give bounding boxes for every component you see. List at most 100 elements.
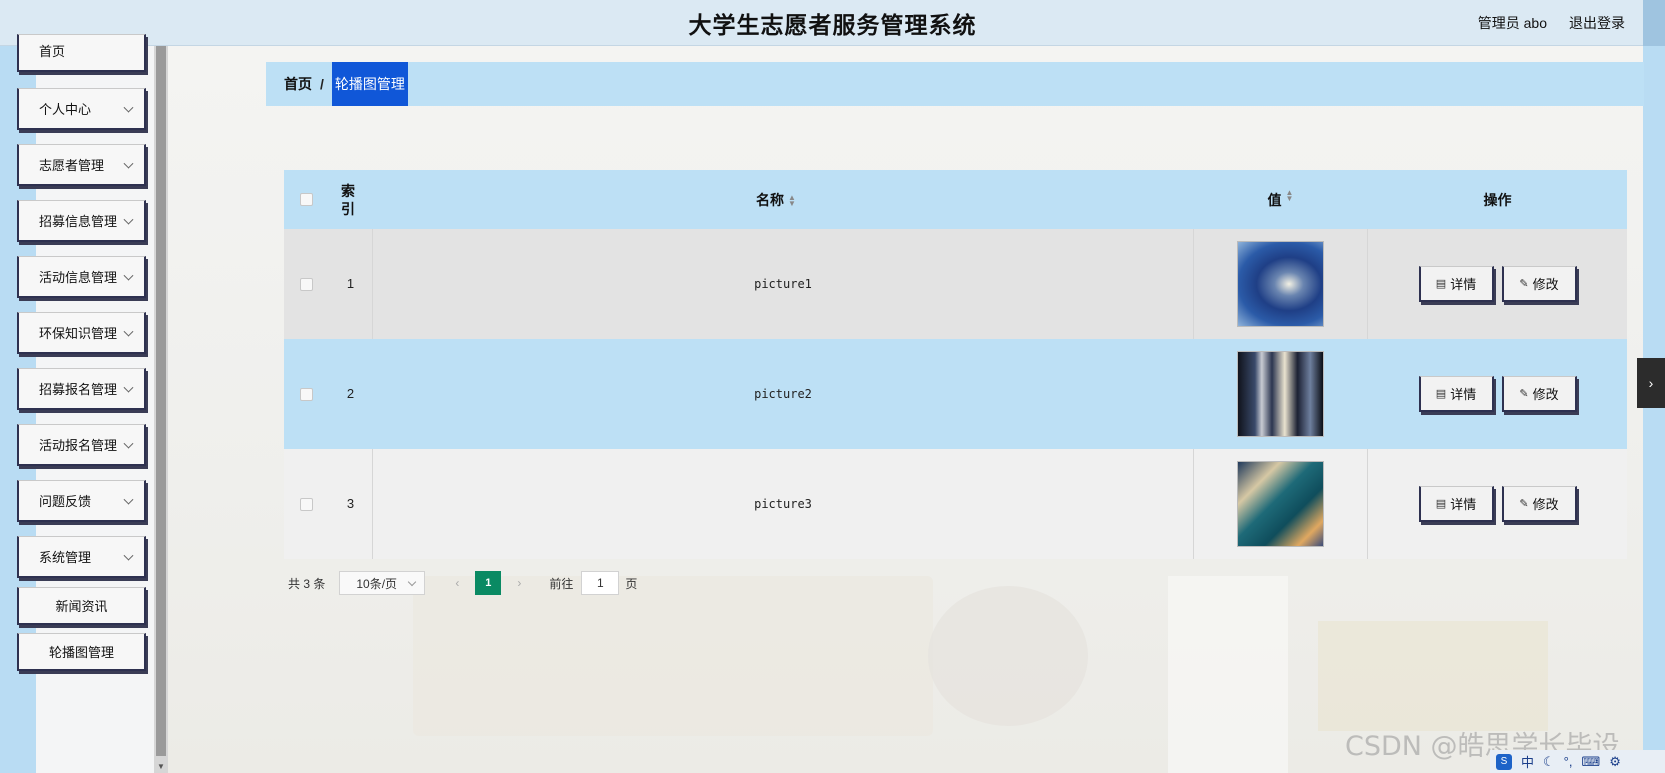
document-icon: ▤ <box>1435 278 1447 290</box>
pagination-total: 共 3 条 <box>288 576 326 591</box>
row-image-cell <box>1193 449 1368 559</box>
keyboard-icon[interactable]: ⌨ <box>1581 754 1600 770</box>
goto-label: 前往 <box>549 576 574 591</box>
sidebar-item-home[interactable]: 首页 <box>17 34 146 72</box>
top-header: 大学生志愿者服务管理系统 管理员 abo 退出登录 <box>0 0 1665 46</box>
sidebar-item-recruitment-signup[interactable]: 招募报名管理 <box>17 368 146 410</box>
sidebar-item-recruitment-info[interactable]: 招募信息管理 <box>17 200 146 242</box>
row-index: 1 <box>329 229 373 339</box>
background-decoration <box>1318 621 1548 731</box>
column-header-label: 值 <box>1267 191 1282 208</box>
detail-button[interactable]: ▤ 详情 <box>1418 266 1494 302</box>
breadcrumb-home[interactable]: 首页 <box>284 74 312 94</box>
column-header-label: 名称 <box>756 191 785 208</box>
row-checkbox[interactable] <box>300 497 313 511</box>
column-header-index: 索引 <box>341 182 355 217</box>
scroll-down-arrow-icon[interactable]: ▼ <box>157 762 165 771</box>
chevron-down-icon <box>123 382 134 393</box>
ime-logo-icon[interactable]: S <box>1496 753 1512 770</box>
detail-label: 详情 <box>1450 387 1477 402</box>
edit-icon: ✎ <box>1519 498 1529 510</box>
next-page-icon[interactable]: › <box>507 576 531 590</box>
row-image-cell <box>1193 339 1368 449</box>
prev-page-icon[interactable]: ‹ <box>445 576 469 590</box>
carousel-table: 索引 名称 ▲ ▼ 值 ▲ ▼ 操作 1 picture1 ▤ 详情 ✎ 修改 2 pict… <box>284 170 1627 559</box>
settings-icon[interactable]: ⚙ <box>1609 754 1621 770</box>
punctuation-icon[interactable]: °, <box>1564 754 1573 769</box>
carousel-thumbnail[interactable] <box>1237 241 1324 327</box>
edit-label: 修改 <box>1532 277 1559 292</box>
chevron-down-icon <box>123 326 134 337</box>
sidebar-item-activity-signup[interactable]: 活动报名管理 <box>17 424 146 466</box>
page-button-current[interactable]: 1 <box>475 571 502 595</box>
row-checkbox[interactable] <box>300 387 313 401</box>
edit-icon: ✎ <box>1519 388 1529 400</box>
sidebar-item-label: 新闻资讯 <box>55 599 108 614</box>
scrollbar-thumb[interactable] <box>156 46 166 756</box>
sidebar-item-volunteer-management[interactable]: 志愿者管理 <box>17 144 146 186</box>
right-edge-strip <box>1643 46 1665 773</box>
sidebar-item-label: 活动报名管理 <box>39 438 118 453</box>
page-suffix-label: 页 <box>625 576 638 591</box>
row-actions: ▤ 详情 ✎ 修改 <box>1368 266 1627 302</box>
select-all-checkbox[interactable] <box>300 193 313 206</box>
sidebar-item-activity-info[interactable]: 活动信息管理 <box>17 256 146 298</box>
chevron-down-icon <box>123 158 134 169</box>
admin-user-label: 管理员 abo <box>1477 15 1547 31</box>
edit-button[interactable]: ✎ 修改 <box>1501 266 1577 302</box>
sidebar-item-personal-center[interactable]: 个人中心 <box>17 88 146 130</box>
detail-button[interactable]: ▤ 详情 <box>1418 486 1494 522</box>
sidebar-item-feedback[interactable]: 问题反馈 <box>17 480 146 522</box>
table-header: 索引 名称 ▲ ▼ 值 ▲ ▼ 操作 <box>284 170 1627 229</box>
breadcrumb-current: 轮播图管理 <box>331 62 408 106</box>
sidebar-item-system-management[interactable]: 系统管理 <box>17 536 146 578</box>
edit-button[interactable]: ✎ 修改 <box>1501 376 1577 412</box>
sidebar-item-label: 首页 <box>39 44 66 59</box>
page-size-value: 10条/页 <box>356 576 398 591</box>
sort-icon[interactable]: ▲ ▼ <box>788 193 796 207</box>
sidebar-item-label: 活动信息管理 <box>39 270 118 285</box>
row-name: picture1 <box>754 277 812 291</box>
chevron-down-icon <box>123 214 134 225</box>
edit-button[interactable]: ✎ 修改 <box>1501 486 1577 522</box>
moon-icon[interactable]: ☾ <box>1543 754 1555 770</box>
ime-mode-label[interactable]: 中 <box>1521 752 1534 771</box>
header-edge <box>1643 0 1665 46</box>
goto-page-input[interactable]: 1 <box>581 571 620 595</box>
column-header-name[interactable]: 名称 ▲ ▼ <box>359 190 1193 210</box>
row-checkbox[interactable] <box>300 277 313 291</box>
column-header-value[interactable]: 值 ▲ ▼ <box>1193 188 1368 210</box>
row-checkbox-cell <box>284 387 329 401</box>
row-checkbox-cell <box>284 277 329 291</box>
sidebar-item-label: 环保知识管理 <box>39 326 118 341</box>
app-title: 大学生志愿者服务管理系统 <box>688 12 977 39</box>
page-size-select[interactable]: 10条/页 <box>339 571 426 595</box>
table-row: 3 picture3 ▤ 详情 ✎ 修改 <box>284 449 1627 559</box>
right-panel-toggle[interactable]: › <box>1637 358 1665 408</box>
row-actions: ▤ 详情 ✎ 修改 <box>1368 376 1627 412</box>
chevron-down-icon <box>408 577 417 587</box>
row-name: picture2 <box>754 387 812 401</box>
sidebar-item-news[interactable]: 新闻资讯 <box>17 587 146 625</box>
background-decoration <box>928 586 1088 726</box>
logout-link[interactable]: 退出登录 <box>1569 13 1625 33</box>
column-header-actions: 操作 <box>1483 191 1512 208</box>
pagination: 共 3 条 10条/页 ‹ 1 › 前往 1 页 <box>288 570 637 596</box>
background-decoration <box>1168 576 1288 773</box>
sidebar-item-label: 招募信息管理 <box>39 214 118 229</box>
row-index: 2 <box>329 339 373 449</box>
breadcrumb-separator: / <box>320 76 324 92</box>
carousel-thumbnail[interactable] <box>1237 461 1324 547</box>
sidebar-item-eco-knowledge[interactable]: 环保知识管理 <box>17 312 146 354</box>
table-row: 2 picture2 ▤ 详情 ✎ 修改 <box>284 339 1627 449</box>
table-row: 1 picture1 ▤ 详情 ✎ 修改 <box>284 229 1627 339</box>
sidebar: 首页 个人中心 志愿者管理 招募信息管理 活动信息管理 环保知识管理 招募报名管… <box>0 34 168 773</box>
sidebar-item-carousel-management[interactable]: 轮播图管理 <box>17 633 146 671</box>
detail-label: 详情 <box>1450 497 1477 512</box>
sort-icon[interactable]: ▲ ▼ <box>1286 188 1294 210</box>
detail-button[interactable]: ▤ 详情 <box>1418 376 1494 412</box>
carousel-thumbnail[interactable] <box>1237 351 1324 437</box>
sidebar-scrollbar[interactable]: ▼ <box>154 46 168 773</box>
row-index: 3 <box>329 449 373 559</box>
sidebar-item-label: 志愿者管理 <box>39 158 105 173</box>
